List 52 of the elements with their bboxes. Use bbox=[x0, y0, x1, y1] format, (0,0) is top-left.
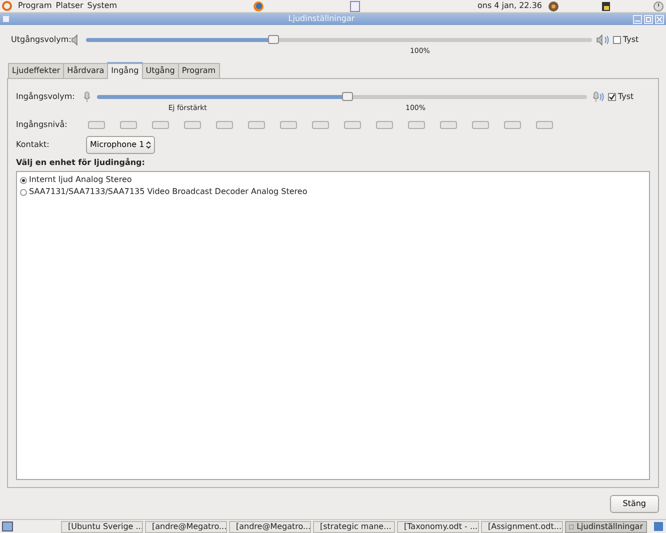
tab[interactable]: Program bbox=[178, 63, 220, 78]
microphone-icon bbox=[82, 91, 93, 103]
device-option[interactable]: Internt ljud Analog Stereo bbox=[20, 174, 646, 186]
connector-label: Kontakt: bbox=[16, 139, 50, 151]
window-title: Ljudinställningar bbox=[288, 13, 355, 25]
input-volume-label: Ingångsvolym: bbox=[16, 91, 76, 103]
radio-button[interactable] bbox=[20, 188, 27, 196]
device-list-heading: Välj en enhet för ljudingång: bbox=[16, 157, 146, 169]
input-volume-thumb[interactable] bbox=[342, 92, 353, 101]
show-desktop-icon[interactable] bbox=[2, 521, 13, 532]
window-menu-icon[interactable] bbox=[2, 15, 10, 23]
menu-item[interactable]: System bbox=[87, 0, 118, 12]
radio-button[interactable] bbox=[20, 176, 27, 184]
device-option[interactable]: SAA7131/SAA7133/SAA7135 Video Broadcast Decoder Analog Stereo bbox=[20, 186, 646, 198]
tab[interactable]: Ingång bbox=[107, 62, 143, 79]
connector-dropdown[interactable]: Microphone 1 bbox=[86, 136, 156, 154]
window-icon[interactable] bbox=[350, 0, 360, 12]
output-volume-thumb[interactable] bbox=[268, 35, 280, 44]
taskbar-item[interactable]: [andre@Megatro... bbox=[229, 520, 311, 532]
taskbar-label: [Assignment.odt... bbox=[488, 522, 562, 532]
output-mute-checkbox[interactable] bbox=[613, 36, 621, 44]
power-icon[interactable] bbox=[653, 0, 664, 12]
tab[interactable]: Hårdvara bbox=[63, 63, 108, 78]
close-icon[interactable] bbox=[655, 14, 664, 24]
menu-item[interactable]: Program bbox=[18, 0, 52, 12]
microphone-loud-icon bbox=[591, 91, 604, 103]
input-mute-checkbox[interactable] bbox=[608, 93, 616, 101]
output-mute-label[interactable]: Tyst bbox=[623, 34, 639, 46]
maximize-icon[interactable] bbox=[644, 14, 653, 24]
taskbar-item[interactable]: [Assignment.odt... bbox=[481, 520, 563, 532]
input-level-label: Ingångsnivå: bbox=[16, 119, 68, 131]
taskbar-label: [Taxonomy.odt - ... bbox=[404, 522, 478, 532]
menu-item[interactable]: Platser bbox=[56, 0, 84, 12]
minimize-icon[interactable] bbox=[633, 14, 642, 24]
app-icon bbox=[569, 522, 574, 530]
taskbar-item[interactable]: Ljudinställningar bbox=[565, 520, 647, 532]
clock[interactable]: ons 4 jan, 22.36 bbox=[478, 0, 542, 12]
taskbar-item[interactable]: [strategic mane... bbox=[313, 520, 395, 532]
updown-icon bbox=[146, 141, 152, 149]
device-label[interactable]: Internt ljud Analog Stereo bbox=[29, 174, 132, 186]
taskbar-item[interactable]: [Taxonomy.odt - ... bbox=[397, 520, 479, 532]
taskbar-label: Ljudinställningar bbox=[576, 522, 643, 532]
close-button[interactable]: Stäng bbox=[610, 495, 659, 513]
input-mute-label[interactable]: Tyst bbox=[618, 91, 634, 103]
taskbar-label: [andre@Megatro... bbox=[152, 522, 226, 532]
device-label[interactable]: SAA7131/SAA7133/SAA7135 Video Broadcast Decoder Analog Stereo bbox=[29, 186, 308, 198]
taskbar-item[interactable]: [andre@Megatro... bbox=[145, 520, 227, 532]
speaker-loud-icon bbox=[596, 34, 609, 46]
tab[interactable]: Ljudeffekter bbox=[8, 63, 64, 78]
taskbar-label: [andre@Megatro... bbox=[236, 522, 310, 532]
taskbar-label: [strategic mane... bbox=[320, 522, 392, 532]
tab[interactable]: Utgång bbox=[142, 63, 179, 78]
